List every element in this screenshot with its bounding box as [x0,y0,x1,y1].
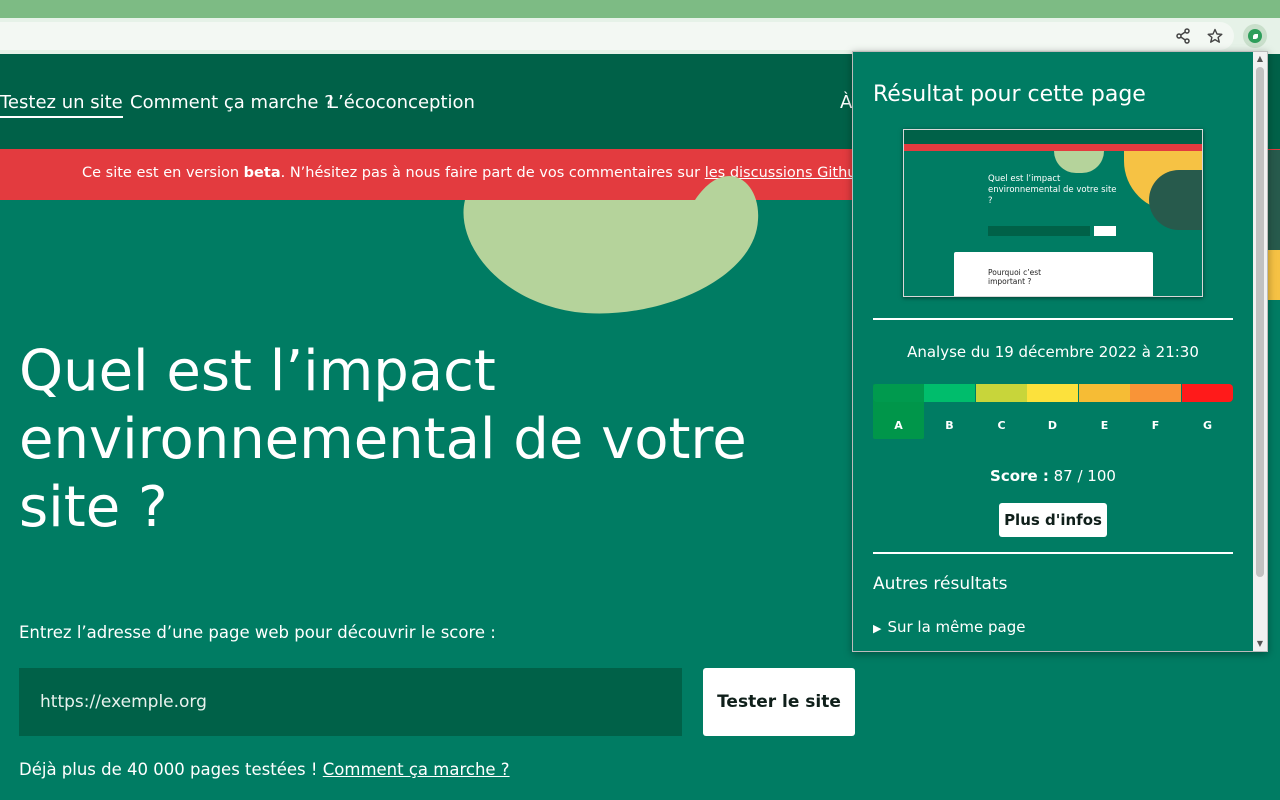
extension-leaf-icon[interactable] [1243,24,1267,48]
hero-footer: Déjà plus de 40 000 pages testées ! Comm… [19,760,510,779]
popup-scrollbar[interactable]: ▲ ▼ [1253,52,1267,651]
grade-e: E [1079,384,1130,439]
address-bar[interactable] [0,22,1234,50]
grade-f: F [1130,384,1181,439]
grade-c: C [976,384,1027,439]
thumbnail-title: Quel est l’impact environnemental de vot… [988,174,1117,206]
nav-link-a-propos[interactable]: À [840,92,852,113]
thumbnail-blob [1054,151,1104,173]
decorative-blob [463,176,759,314]
scrollbar-thumb[interactable] [1256,67,1264,577]
same-page-disclosure[interactable]: ▶ Sur la même page [873,618,1025,636]
nav-link-comment-ca-marche[interactable]: Comment ça marche ? [130,92,334,113]
thumbnail-input [988,226,1090,236]
triangle-right-icon: ▶ [873,622,882,635]
thumbnail-nav [904,130,1202,144]
grade-d: D [1027,384,1078,439]
share-icon[interactable] [1173,26,1193,46]
more-info-button[interactable]: Plus d'infos [999,503,1107,537]
test-site-button[interactable]: Tester le site [703,668,855,736]
popup-divider [873,318,1233,320]
thumbnail-card [954,252,1153,296]
scroll-up-arrow-icon[interactable]: ▲ [1253,52,1267,66]
thumbnail-card-title: Pourquoi c’est important ? [988,268,1042,286]
page-thumbnail: Quel est l’impact environnemental de vot… [903,129,1203,297]
how-it-works-link[interactable]: Comment ça marche ? [323,760,510,779]
thumbnail-dark-shape [1149,170,1202,230]
thumbnail-banner [904,144,1202,151]
other-results-title: Autres résultats [873,574,1008,594]
hero-title: Quel est l’impact environnemental de vot… [19,339,747,540]
thumbnail-button [1094,226,1116,236]
star-icon[interactable] [1205,26,1225,46]
decorative-right-blob [1268,150,1280,300]
nav-link-ecoconception[interactable]: L’écoconception [328,92,475,113]
url-input-label: Entrez l’adresse d’une page web pour déc… [19,623,496,642]
grade-scale: A B C D E F G [873,384,1233,439]
browser-tab-strip [0,0,1280,18]
popup-title: Résultat pour cette page [873,82,1146,107]
grade-b: B [924,384,975,439]
extension-popup: Résultat pour cette page Quel est l’impa… [852,51,1268,652]
grade-a: A [873,384,924,439]
popup-divider-2 [873,552,1233,554]
score: Score : 87 / 100 [990,467,1116,485]
nav-link-testez-un-site[interactable]: Testez un site [0,92,123,118]
grade-g: G [1182,384,1233,439]
analysis-date: Analyse du 19 décembre 2022 à 21:30 [907,343,1199,361]
url-input[interactable] [19,668,682,736]
scroll-down-arrow-icon[interactable]: ▼ [1253,637,1267,651]
